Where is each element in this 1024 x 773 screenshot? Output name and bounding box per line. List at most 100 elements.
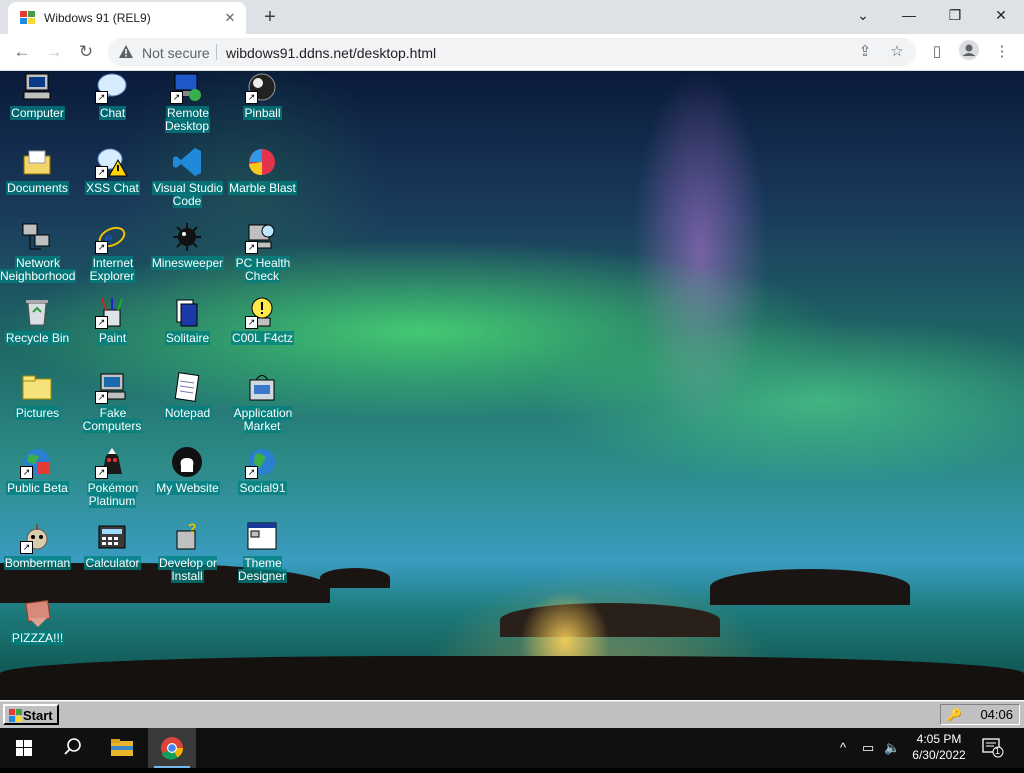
desktop-icon-label: Recycle Bin xyxy=(0,331,75,345)
desktop-icon-recycle-bin[interactable]: Recycle Bin xyxy=(0,296,75,366)
theme-designer-icon xyxy=(245,521,279,553)
application-market-icon xyxy=(245,371,279,403)
desktop-icon-xss-chat[interactable]: ↗ XSS Chat xyxy=(75,146,150,216)
search-icon[interactable] xyxy=(48,728,96,768)
clock-time: 4:05 PM xyxy=(916,732,962,746)
desktop-icon-public-beta[interactable]: ↗ Public Beta xyxy=(0,446,75,516)
desktop-icon-vscode[interactable]: Visual Studio Code xyxy=(150,146,225,216)
desktop-icon-label-text: Theme Designer xyxy=(237,556,288,583)
desktop-icon-label: Marble Blast xyxy=(225,181,300,195)
desktop-icon-label-text: XSS Chat xyxy=(85,181,140,195)
desktop-icon-social91[interactable]: ↗ Social91 xyxy=(225,446,300,516)
share-icon[interactable]: ⇪ xyxy=(855,42,875,62)
desktop-icon-internet-explorer[interactable]: e ↗ Internet Explorer xyxy=(75,221,150,291)
tab-close-icon[interactable]: ✕ xyxy=(220,8,240,28)
desktop-icon-marble-blast[interactable]: Marble Blast xyxy=(225,146,300,216)
desktop-icon-notepad[interactable]: Notepad xyxy=(150,371,225,441)
close-window-button[interactable]: ✕ xyxy=(978,0,1024,30)
desktop-icon-label: Calculator xyxy=(75,556,150,570)
desktop-icon-label-text: C00L F4ctz xyxy=(231,331,294,345)
system-clock[interactable]: 4:05 PM 6/30/2022 xyxy=(900,731,978,763)
desktop-icon-remote-desktop[interactable]: ↗ Remote Desktop xyxy=(150,71,225,141)
reload-icon[interactable]: ↻ xyxy=(72,38,100,66)
desktop-icon-paint[interactable]: ↗ Paint xyxy=(75,296,150,366)
desktop-icon-label-text: Recycle Bin xyxy=(4,331,71,345)
security-label[interactable]: Not secure xyxy=(142,45,210,61)
desktop-icon-label-text: Application Market xyxy=(232,406,293,433)
shortcut-arrow-icon: ↗ xyxy=(170,91,183,104)
shortcut-arrow-icon: ↗ xyxy=(20,466,33,479)
desktop-area[interactable]: Computer ↗ Chat ↗ Remote Desktop ↗ Pinball Docu… xyxy=(0,71,1024,700)
shortcut-arrow-icon: ↗ xyxy=(245,91,258,104)
address-bar[interactable]: Not secure wibdows91.ddns.net/desktop.ht… xyxy=(108,38,916,66)
desktop-icon-label-text: Pictures xyxy=(14,406,61,420)
desktop-icon-application-market[interactable]: Application Market xyxy=(225,371,300,441)
desktop-icon-github[interactable]: My Website xyxy=(150,446,225,516)
desktop-icon-label-text: Paint xyxy=(97,331,128,345)
wibdows-taskbar: Start 🔑 04:06 xyxy=(0,700,1024,729)
desktop-icon-computer[interactable]: Computer xyxy=(0,71,75,141)
shortcut-arrow-icon: ↗ xyxy=(245,316,258,329)
windows-start-icon[interactable] xyxy=(0,728,48,768)
desktop-icon-solitaire[interactable]: Solitaire xyxy=(150,296,225,366)
back-arrow-icon[interactable]: ← xyxy=(8,38,36,66)
desktop-icon-documents-folder[interactable]: Documents xyxy=(0,146,75,216)
desktop-icon-label-text: Documents xyxy=(6,181,69,195)
desktop-icon-label: Documents xyxy=(0,181,75,195)
clock-date: 6/30/2022 xyxy=(912,748,966,762)
warning-icon xyxy=(119,45,133,58)
shortcut-arrow-icon: ↗ xyxy=(245,241,258,254)
chrome-menu-icon[interactable]: ⋮ xyxy=(992,42,1012,62)
desktop-icon-theme-designer[interactable]: Theme Designer xyxy=(225,521,300,591)
start-label: Start xyxy=(23,708,53,723)
shortcut-arrow-icon: ↗ xyxy=(95,91,108,104)
minesweeper-icon xyxy=(170,221,204,253)
desktop-icon-label-text: Marble Blast xyxy=(228,181,297,195)
desktop-icon-pizza[interactable]: PIZZZA!!! xyxy=(0,596,75,666)
desktop-icon-pinball[interactable]: ↗ Pinball xyxy=(225,71,300,141)
start-button[interactable]: Start xyxy=(3,704,59,725)
desktop-icon-network[interactable]: Network Neighborhood xyxy=(0,221,77,291)
desktop-icon-cool-facts[interactable]: ↗ C00L F4ctz xyxy=(225,296,300,366)
browser-tab[interactable]: Wibdows 91 (REL9) ✕ xyxy=(8,2,246,34)
tab-search-icon[interactable]: ⌄ xyxy=(840,0,886,30)
desktop-icon-label: Remote Desktop xyxy=(150,106,225,133)
shortcut-arrow-icon: ↗ xyxy=(95,316,108,329)
network-status-icon[interactable]: ▭ xyxy=(862,738,874,758)
desktop-icon-calculator[interactable]: Calculator xyxy=(75,521,150,591)
key-icon[interactable]: 🔑 xyxy=(947,708,962,722)
chrome-taskbar-icon[interactable] xyxy=(148,728,196,768)
computer-icon xyxy=(20,71,54,103)
volume-icon[interactable]: 🔈 xyxy=(884,738,900,758)
new-tab-button[interactable]: + xyxy=(256,4,284,30)
marble-blast-icon xyxy=(245,146,279,178)
desktop-icon-fake-computers[interactable]: ↗ Fake Computers xyxy=(75,371,150,441)
forward-arrow-icon[interactable]: → xyxy=(40,38,68,66)
bookmark-star-icon[interactable]: ☆ xyxy=(887,42,907,62)
chevron-up-icon[interactable]: ^ xyxy=(840,738,846,758)
desktop-icon-label: Bomberman xyxy=(0,556,75,570)
restore-button[interactable]: ❐ xyxy=(932,0,978,30)
desktop-icon-label: My Website xyxy=(150,481,225,495)
desktop-icon-pokemon[interactable]: ↗ Pokémon Platinum xyxy=(75,446,150,516)
desktop-icon-pc-health-check[interactable]: ↗ PC Health Check xyxy=(225,221,300,291)
side-panel-icon[interactable]: ▯ xyxy=(927,42,947,62)
calculator-icon xyxy=(95,521,129,553)
file-explorer-icon[interactable] xyxy=(98,728,146,768)
wibdows-favicon-icon xyxy=(20,11,35,24)
desktop-icon-minesweeper[interactable]: Minesweeper xyxy=(150,221,225,291)
desktop-icon-develop-install[interactable]: ? Develop or Install xyxy=(150,520,225,591)
tab-title: Wibdows 91 (REL9) xyxy=(44,11,151,25)
browser-toolbar: ← → ↻ Not secure wibdows91.ddns.net/desk… xyxy=(0,34,1024,71)
desktop-icon-chat[interactable]: ↗ Chat xyxy=(75,71,150,141)
minimize-button[interactable]: — xyxy=(886,0,932,30)
profile-avatar-icon[interactable] xyxy=(959,40,979,60)
tray-clock[interactable]: 04:06 xyxy=(980,707,1013,722)
url-text[interactable]: wibdows91.ddns.net/desktop.html xyxy=(226,45,436,61)
notification-icon[interactable]: 1 xyxy=(982,738,1004,758)
desktop-icon-label-text: Internet Explorer xyxy=(89,256,136,283)
shortcut-arrow-icon: ↗ xyxy=(95,241,108,254)
desktop-icon-pictures-folder[interactable]: Pictures xyxy=(0,371,75,441)
desktop-icon-bomberman[interactable]: ↗ Bomberman xyxy=(0,521,75,591)
desktop-icon-label-text: Computer xyxy=(10,106,65,120)
